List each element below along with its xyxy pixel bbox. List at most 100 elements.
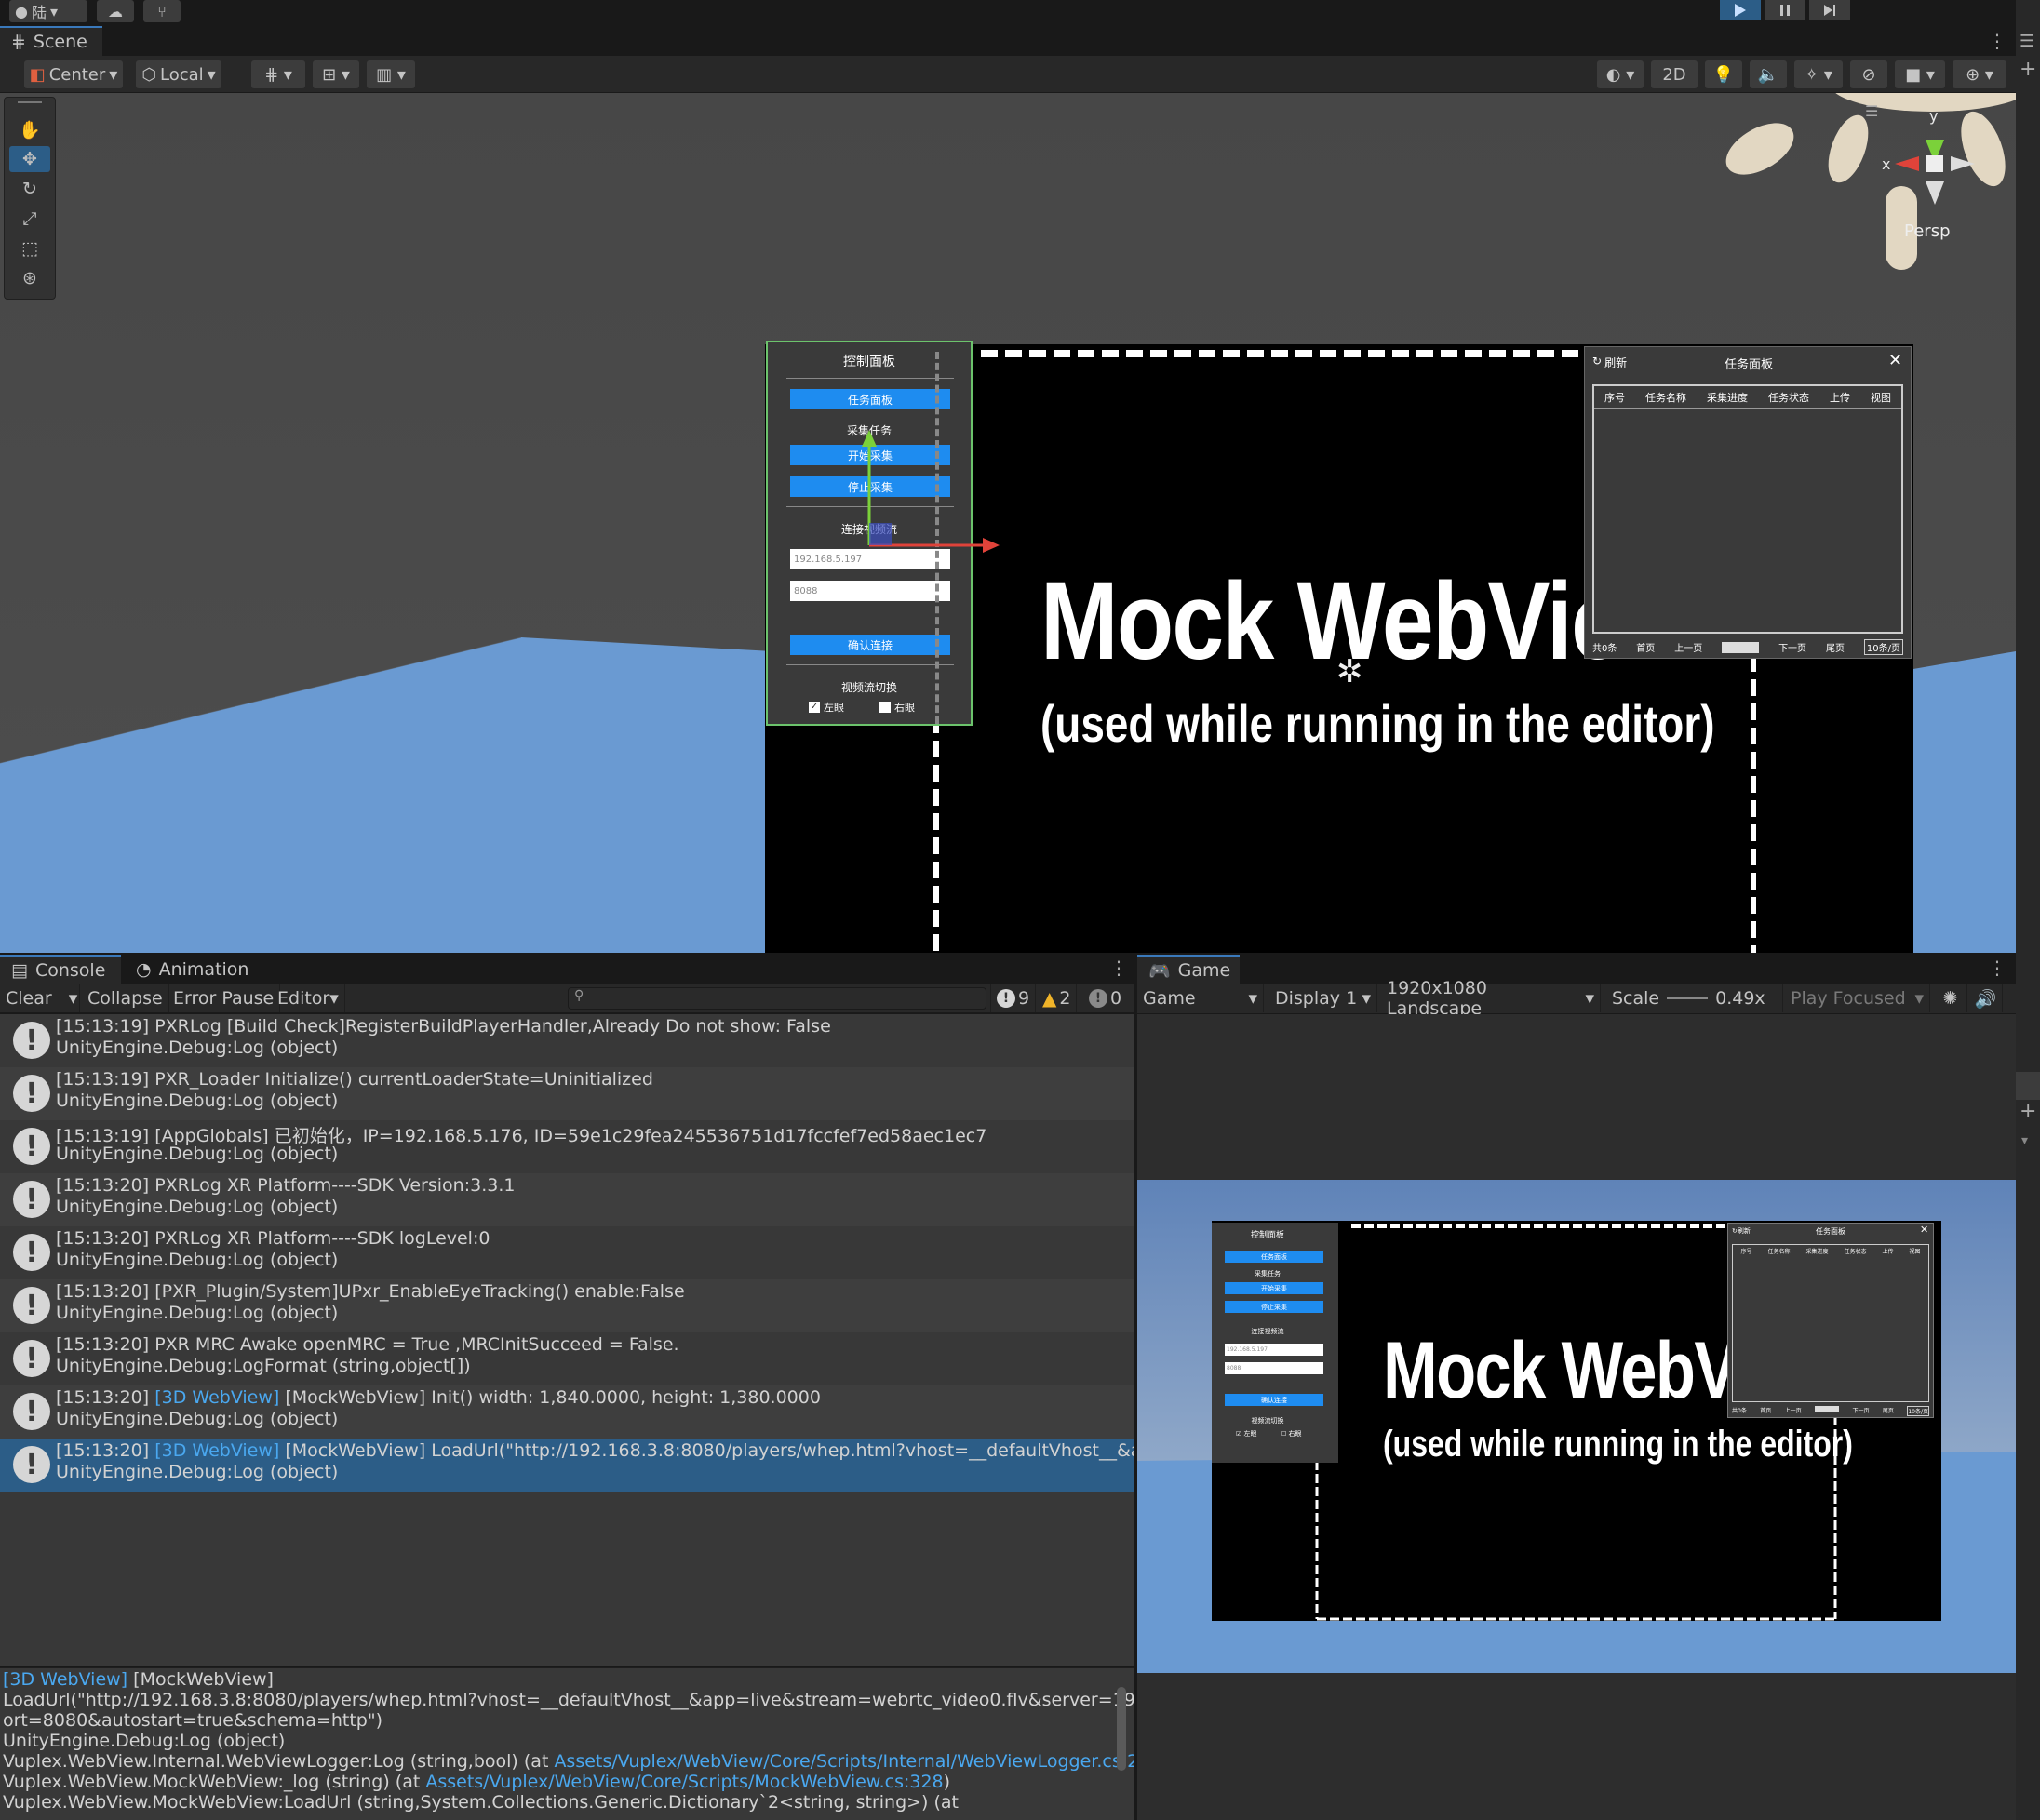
game-start-button[interactable]: 开始采集 — [1225, 1282, 1323, 1294]
next-page-button[interactable]: 下一页 — [1778, 640, 1806, 654]
hand-tool[interactable]: ✋ — [9, 116, 50, 142]
game-confirm-button[interactable]: 确认连接 — [1225, 1394, 1323, 1406]
grid-snap-button[interactable]: ⋕ ▾ — [251, 60, 305, 88]
transform-tool[interactable]: ⊛ — [9, 265, 50, 291]
log-row[interactable]: ! [15:13:20] PXRLog XR Platform----SDK l… — [0, 1226, 1134, 1279]
source-link[interactable]: Assets/Vuplex/WebView/Core/Scripts/Inter… — [554, 1751, 1134, 1772]
source-link[interactable]: Assets/Vuplex/WebView/Core/Scripts/MockW… — [425, 1772, 943, 1792]
editor-dropdown[interactable]: Editor ▾ — [272, 984, 345, 1012]
game-stop-button[interactable]: 停止采集 — [1225, 1301, 1323, 1313]
log-row[interactable]: ! [15:13:19] PXRLog [Build Check]Registe… — [0, 1014, 1134, 1067]
account-dropdown[interactable]: ● 陆 ▾ — [9, 0, 87, 22]
scene-viewport[interactable]: y x Persp ☰ Mock WebView (used while run… — [0, 93, 2016, 953]
page-size-select[interactable]: 10条/页 — [1863, 639, 1903, 655]
game-right-eye-checkbox[interactable]: ☐ 右眼 — [1281, 1429, 1302, 1439]
lighting-button[interactable]: 💡 — [1705, 60, 1742, 88]
detail-scrollbar[interactable] — [1117, 1687, 1126, 1771]
tab-animation[interactable]: ◔ Animation — [125, 955, 264, 984]
collapse-toggle[interactable]: Collapse — [82, 984, 169, 1012]
game-port-input[interactable]: 8088 — [1225, 1362, 1323, 1374]
game-refresh-button[interactable]: ↻刷新 — [1732, 1226, 1751, 1236]
add-icon[interactable]: + — [2020, 1100, 2036, 1123]
scale-tool[interactable]: ⤢ — [9, 206, 50, 232]
persp-label[interactable]: Persp — [1904, 221, 1951, 241]
game-last-page[interactable]: 尾页 — [1883, 1406, 1894, 1416]
gizmo-menu-icon[interactable]: ☰ — [1865, 102, 1878, 120]
clear-dropdown[interactable]: Clear ▾ — [0, 984, 80, 1012]
log-row[interactable]: ! [15:13:19] [AppGlobals] 已初始化，IP=192.16… — [0, 1120, 1134, 1173]
log-row-selected[interactable]: ! [15:13:20] [3D WebView] [MockWebView] … — [0, 1439, 1134, 1492]
log-row[interactable]: ! [15:13:19] PXR_Loader Initialize() cur… — [0, 1067, 1134, 1120]
orientation-gizmo[interactable]: y x — [1718, 93, 2016, 279]
game-first-page[interactable]: 首页 — [1760, 1406, 1771, 1416]
last-page-button[interactable]: 尾页 — [1826, 640, 1845, 654]
display-dropdown[interactable]: Display 1 ▾ — [1269, 984, 1377, 1012]
close-icon[interactable]: ✕ — [1888, 351, 1902, 370]
move-handle-gizmo[interactable] — [847, 424, 1089, 573]
first-page-button[interactable]: 首页 — [1636, 640, 1655, 654]
error-pause-toggle[interactable]: Error Pause — [168, 984, 281, 1012]
log-row[interactable]: ! [15:13:20] [3D WebView] [MockWebView] … — [0, 1385, 1134, 1439]
toggle-2d-button[interactable]: 2D — [1651, 60, 1698, 88]
tab-console[interactable]: ▤ Console — [0, 955, 121, 984]
confirm-connect-button[interactable]: 确认连接 — [790, 635, 950, 655]
prev-page-button[interactable]: 上一页 — [1674, 640, 1702, 654]
pause-button[interactable] — [1765, 0, 1805, 20]
game-page-input[interactable] — [1815, 1406, 1840, 1412]
log-row[interactable]: ! [15:13:20] PXR MRC Awake openMRC = Tru… — [0, 1332, 1134, 1385]
list-icon[interactable]: ☰ — [2020, 32, 2034, 51]
right-eye-checkbox[interactable]: 右眼 — [879, 700, 915, 715]
scale-slider[interactable]: Scale 0.49x — [1606, 984, 1783, 1012]
move-tool[interactable]: ✥ — [9, 146, 50, 172]
play-button[interactable] — [1720, 0, 1761, 20]
play-focused-dropdown[interactable]: Play Focused ▾ — [1785, 984, 1930, 1012]
gizmos-dropdown[interactable]: ⊕ ▾ — [1953, 60, 2006, 88]
chevron-down-icon[interactable]: ▾ — [2021, 1133, 2028, 1148]
pivot-dropdown[interactable]: ◧ Center ▾ — [24, 60, 123, 88]
audio-button[interactable]: 🔈 — [1750, 60, 1787, 88]
game-prev-page[interactable]: 上一页 — [1785, 1406, 1802, 1416]
game-ip-input[interactable]: 192.168.5.197 — [1225, 1344, 1323, 1356]
game-viewport[interactable]: 控制面板 任务面板 采集任务 开始采集 停止采集 连接视频流 192.168.5… — [1137, 1014, 2016, 1820]
resolution-dropdown[interactable]: 1920x1080 Landscape ▾ — [1381, 978, 1601, 1019]
step-button[interactable] — [1809, 0, 1850, 20]
hidden-objects-button[interactable]: ⊘ — [1850, 60, 1887, 88]
game-mode-dropdown[interactable]: Game ▾ — [1137, 984, 1264, 1012]
game-left-eye-checkbox[interactable]: ☑ 左眼 — [1236, 1429, 1257, 1439]
stats-button[interactable]: ✺ — [1934, 984, 1967, 1012]
mute-audio-button[interactable]: 🔊 — [1969, 984, 2003, 1012]
console-more-icon[interactable]: ⋮ — [1109, 957, 1128, 979]
tab-game[interactable]: 🎮 Game — [1137, 955, 1240, 984]
console-detail-pane[interactable]: [3D WebView] [MockWebView] LoadUrl("http… — [0, 1667, 1134, 1820]
game-task-panel-button[interactable]: 任务面板 — [1225, 1251, 1323, 1263]
game-close-icon[interactable]: ✕ — [1920, 1224, 1928, 1236]
cloud-button[interactable]: ☁ — [97, 0, 134, 22]
refresh-button[interactable]: ↻ 刷新 — [1592, 355, 1627, 370]
task-panel-button[interactable]: 任务面板 — [790, 389, 950, 409]
console-log-list[interactable]: ! [15:13:19] PXRLog [Build Check]Registe… — [0, 1014, 1134, 1666]
page-input[interactable] — [1722, 641, 1760, 653]
error-filter-toggle[interactable]: ! 0 — [1083, 984, 1127, 1012]
shading-dropdown[interactable]: ◐ ▾ — [1597, 60, 1644, 88]
port-input[interactable]: 8088 — [790, 581, 950, 601]
rotate-tool[interactable]: ↻ — [9, 176, 50, 202]
game-next-page[interactable]: 下一页 — [1852, 1406, 1869, 1416]
rect-tool[interactable]: ⬚ — [9, 235, 50, 261]
log-row[interactable]: ! [15:13:20] PXRLog XR Platform----SDK V… — [0, 1173, 1134, 1226]
increment-snap-button[interactable]: ⊞ ▾ — [313, 60, 359, 88]
log-row[interactable]: ! [15:13:20] [PXR_Plugin/System]UPxr_Ena… — [0, 1279, 1134, 1332]
add-icon[interactable]: + — [2020, 58, 2036, 81]
game-more-icon[interactable]: ⋮ — [1988, 957, 2006, 979]
ruler-button[interactable]: ▥ ▾ — [367, 60, 415, 88]
space-dropdown[interactable]: ⬡ Local ▾ — [136, 60, 221, 88]
warning-filter-toggle[interactable]: ▲ 2 — [1037, 984, 1078, 1012]
console-search-input[interactable]: ⚲ — [568, 987, 986, 1010]
version-control-button[interactable]: ⑂ — [143, 0, 181, 22]
effects-dropdown[interactable]: ✧ ▾ — [1794, 60, 1843, 88]
folder-icon[interactable] — [2016, 1072, 2040, 1100]
left-eye-checkbox[interactable]: ✓ 左眼 — [809, 700, 844, 715]
tab-scene[interactable]: ⋕ Scene — [0, 26, 102, 56]
camera-dropdown[interactable]: ■ ▾ — [1895, 60, 1945, 88]
info-filter-toggle[interactable]: ! 9 — [990, 984, 1037, 1012]
scene-more-icon[interactable]: ⋮ — [1988, 30, 2006, 52]
